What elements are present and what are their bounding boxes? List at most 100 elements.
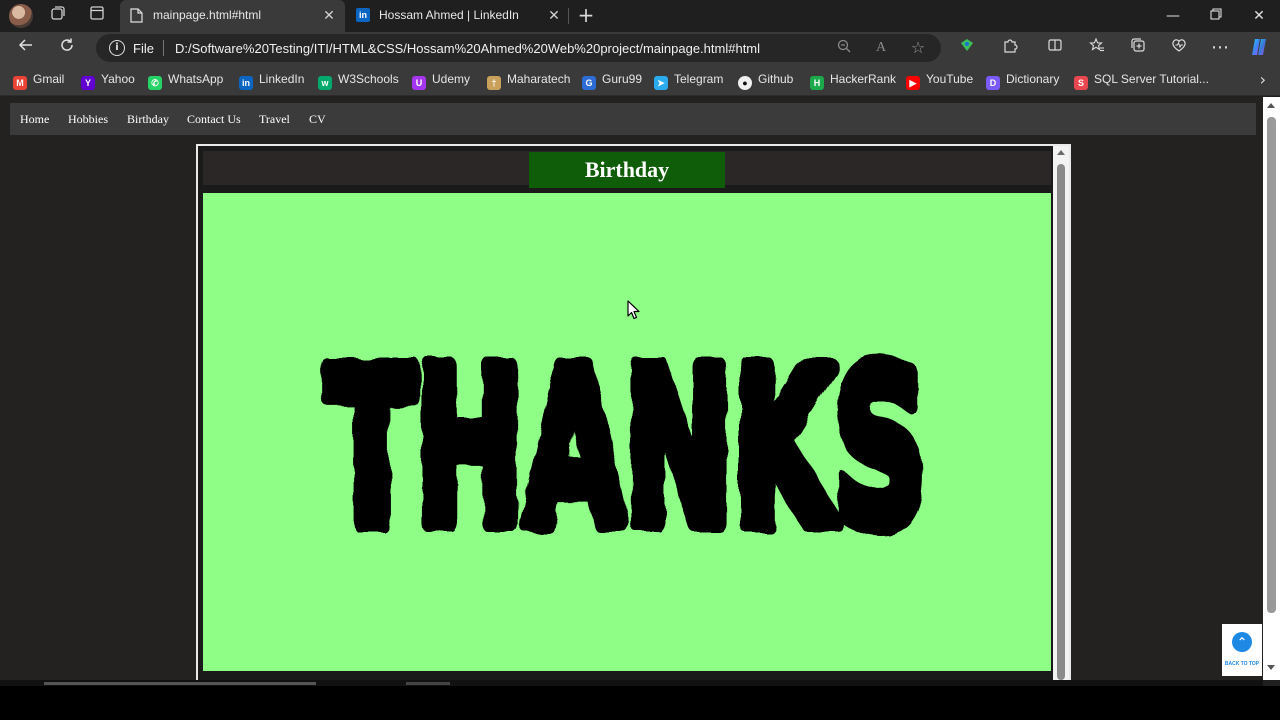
thanks-image-panel: THANKS xyxy=(203,193,1051,671)
copilot-icon[interactable] xyxy=(1248,37,1270,59)
bookmark-maharatech[interactable]: † Maharatech xyxy=(487,72,571,90)
collections-icon[interactable] xyxy=(1127,37,1149,59)
tab-strip: mainpage.html#html ✕ in Hossam Ahmed | L… xyxy=(0,0,1280,32)
site-nav: Home Hobbies Birthday Contact Us Travel … xyxy=(10,103,1256,135)
file-icon xyxy=(130,8,144,24)
iframe-scroll-thumb[interactable] xyxy=(1057,164,1065,680)
tab-linkedin[interactable]: in Hossam Ahmed | LinkedIn ✕ xyxy=(346,0,568,32)
nav-link-birthday[interactable]: Birthday xyxy=(127,112,169,127)
page-scroll-thumb[interactable] xyxy=(1267,117,1276,613)
thanks-text: THANKS xyxy=(327,341,927,541)
page-scrollbar[interactable] xyxy=(1263,97,1280,680)
browser-window: mainpage.html#html ✕ in Hossam Ahmed | L… xyxy=(0,0,1280,720)
nav-link-hobbies[interactable]: Hobbies xyxy=(68,112,108,127)
telegram-icon: ➤ xyxy=(654,76,668,90)
bookmark-sql-server-tutorial[interactable]: S SQL Server Tutorial... xyxy=(1074,72,1209,90)
scroll-up-arrow-icon[interactable] xyxy=(1057,150,1065,155)
nav-link-travel[interactable]: Travel xyxy=(259,112,290,127)
browser-toolbar: i File D:/Software%20Testing/ITI/HTML&CS… xyxy=(0,32,1280,64)
bookmark-yahoo[interactable]: Y Yahoo xyxy=(81,72,135,90)
scroll-up-arrow-icon[interactable] xyxy=(1267,103,1275,108)
extensions-puzzle-icon[interactable] xyxy=(999,37,1021,59)
bookmark-w3schools[interactable]: w W3Schools xyxy=(318,72,399,90)
bookmark-udemy[interactable]: U Udemy xyxy=(412,72,470,90)
hackerrank-icon: H xyxy=(810,76,824,90)
linkedin-icon: in xyxy=(239,76,253,90)
bookmark-dictionary[interactable]: D Dictionary xyxy=(986,72,1060,90)
url-text[interactable]: D:/Software%20Testing/ITI/HTML&CSS/Hossa… xyxy=(175,41,760,56)
split-screen-icon[interactable] xyxy=(1044,37,1066,59)
bookmark-label: Gmail xyxy=(33,72,65,86)
close-tab-icon[interactable]: ✕ xyxy=(319,6,339,26)
scroll-down-arrow-icon[interactable] xyxy=(1267,665,1275,670)
zoom-icon[interactable] xyxy=(835,39,853,57)
w3schools-icon: w xyxy=(318,76,332,90)
close-tab-icon[interactable]: ✕ xyxy=(544,6,564,26)
bookmarks-overflow-chevron-icon[interactable]: › xyxy=(1260,70,1266,89)
linkedin-icon: in xyxy=(356,8,370,24)
bookmark-label: Telegram xyxy=(674,72,724,86)
browser-essentials-icon[interactable] xyxy=(1168,37,1190,59)
minimize-button[interactable]: — xyxy=(1159,4,1187,28)
scheme-label: File xyxy=(133,41,154,56)
thanks-image: THANKS xyxy=(318,341,936,541)
bookmark-github[interactable]: ● Github xyxy=(738,72,794,90)
favorite-star-icon[interactable]: ☆ xyxy=(909,39,927,57)
bookmark-label: HackerRank xyxy=(830,72,897,86)
bookmark-hackerrank[interactable]: H HackerRank xyxy=(810,72,897,90)
bookmark-label: Maharatech xyxy=(507,72,571,86)
bookmark-label: Yahoo xyxy=(101,72,135,86)
nav-link-home[interactable]: Home xyxy=(20,112,49,127)
bookmark-youtube[interactable]: ▶ YouTube xyxy=(906,72,973,90)
close-window-button[interactable]: ✕ xyxy=(1245,4,1273,28)
mouse-cursor-icon xyxy=(627,300,641,324)
sqlserver-icon: S xyxy=(1074,76,1088,90)
extension-shield-icon[interactable] xyxy=(956,37,978,59)
page-viewport: Home Hobbies Birthday Contact Us Travel … xyxy=(0,97,1263,680)
back-to-top-button[interactable]: ⌃ BACK TO TOP xyxy=(1222,624,1262,676)
section-title: Birthday xyxy=(529,152,725,188)
back-arrow-icon[interactable] xyxy=(14,36,38,60)
tab-divider xyxy=(568,8,569,24)
bookmark-guru99[interactable]: G Guru99 xyxy=(582,72,642,90)
youtube-icon: ▶ xyxy=(906,76,920,90)
restore-button[interactable] xyxy=(1202,4,1230,28)
tab-mainpage[interactable]: mainpage.html#html ✕ xyxy=(120,0,345,32)
maharatech-icon: † xyxy=(487,76,501,90)
bookmark-linkedin[interactable]: in LinkedIn xyxy=(239,72,305,90)
read-aloud-icon[interactable]: A xyxy=(872,39,890,57)
iframe-scrollbar[interactable] xyxy=(1053,146,1069,680)
favorites-icon[interactable] xyxy=(1086,37,1108,59)
bookmark-gmail[interactable]: M Gmail xyxy=(13,72,65,90)
refresh-icon[interactable] xyxy=(55,36,79,60)
dictionary-icon: D xyxy=(986,76,1000,90)
info-icon[interactable]: i xyxy=(109,40,125,56)
address-bar[interactable]: i File D:/Software%20Testing/ITI/HTML&CS… xyxy=(96,34,941,62)
workspaces-icon[interactable] xyxy=(47,5,69,27)
profile-avatar[interactable] xyxy=(9,4,33,28)
nav-link-cv[interactable]: CV xyxy=(309,112,326,127)
new-tab-button[interactable]: + xyxy=(574,4,598,28)
yahoo-icon: Y xyxy=(81,76,95,90)
address-divider xyxy=(163,40,164,56)
bookmark-label: Github xyxy=(758,72,794,86)
guru99-icon: G xyxy=(582,76,596,90)
bookmark-whatsapp[interactable]: ✆ WhatsApp xyxy=(148,72,223,90)
bookmarks-bar: M Gmail Y Yahoo ✆ WhatsApp in LinkedIn w W3School… xyxy=(0,64,1280,96)
section-header: Birthday xyxy=(203,151,1051,188)
tab-actions-icon[interactable] xyxy=(86,5,108,27)
arrow-up-icon: ⌃ xyxy=(1232,632,1252,652)
udemy-icon: U xyxy=(412,76,426,90)
bookmark-label: Dictionary xyxy=(1006,72,1060,86)
horizontal-scroll-thumb[interactable] xyxy=(44,682,316,685)
nav-link-contact-us[interactable]: Contact Us xyxy=(187,112,241,127)
bookmark-label: W3Schools xyxy=(338,72,399,86)
back-to-top-label: BACK TO TOP xyxy=(1224,661,1260,667)
github-icon: ● xyxy=(738,76,752,90)
tab-title: Hossam Ahmed | LinkedIn xyxy=(379,8,519,22)
more-options-icon[interactable]: ⋯ xyxy=(1209,37,1231,59)
bookmark-label: SQL Server Tutorial... xyxy=(1094,72,1209,86)
bookmark-telegram[interactable]: ➤ Telegram xyxy=(654,72,724,90)
content-iframe[interactable]: Birthday THANKS xyxy=(196,144,1071,680)
bookmark-label: LinkedIn xyxy=(259,72,305,86)
